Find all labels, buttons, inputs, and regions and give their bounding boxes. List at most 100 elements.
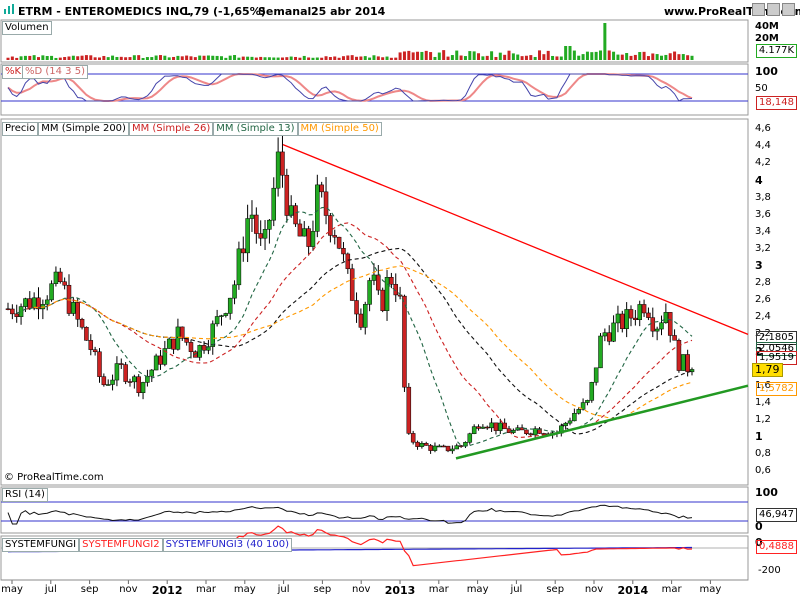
- volume-bar: [145, 57, 149, 60]
- stochastic-d-label[interactable]: %D (14 3 5): [22, 65, 88, 79]
- price-tick: 0,8: [755, 448, 771, 460]
- candle-body: [219, 315, 224, 317]
- candle-body: [149, 369, 155, 377]
- volume-bar: [398, 52, 402, 60]
- candle-body: [310, 231, 316, 247]
- volume-bar: [111, 55, 115, 60]
- candle-body: [171, 338, 176, 350]
- volume-bar: [224, 57, 228, 60]
- systemfungi-last-value: 0,4888: [756, 540, 797, 554]
- volume-bar: [237, 57, 241, 60]
- candle-body: [620, 313, 625, 329]
- volume-bar: [450, 55, 454, 60]
- volume-bar: [198, 55, 202, 60]
- candle-body: [271, 187, 277, 221]
- volume-bar: [485, 55, 489, 60]
- candle-body: [376, 274, 381, 291]
- volume-bar: [477, 53, 481, 60]
- volume-bar: [533, 56, 537, 60]
- legend-precio[interactable]: Precio: [2, 122, 39, 136]
- volume-bar: [581, 54, 585, 60]
- chart-header: ETRM - ENTEROMEDICS INC. 1,79 (-1,65%) S…: [0, 0, 800, 20]
- candle-body: [415, 441, 420, 447]
- legend-systemfungi2[interactable]: SYSTEMFUNGI2: [79, 538, 163, 552]
- volume-bar: [163, 55, 167, 60]
- volume-bar: [455, 50, 459, 60]
- volume-bar: [333, 56, 337, 60]
- volume-bar: [80, 55, 84, 60]
- volume-bar: [686, 55, 690, 60]
- volume-bar: [564, 46, 568, 60]
- close-icon[interactable]: [782, 3, 795, 16]
- price-tick: 4,6: [755, 123, 771, 135]
- stochastic-last-value: 18,148: [756, 96, 797, 110]
- price-tick: 3,8: [755, 191, 771, 203]
- volume-bar: [585, 51, 589, 60]
- volume-bar: [280, 57, 284, 60]
- volume-label[interactable]: Volumen: [2, 21, 52, 35]
- candle-body: [349, 268, 355, 301]
- candle-body: [345, 253, 351, 270]
- volume-bar: [206, 55, 210, 60]
- candle-body: [467, 433, 473, 443]
- legend-mm200[interactable]: MM (Simple 200): [38, 122, 129, 136]
- candle-body: [319, 184, 324, 193]
- candle-body: [406, 386, 412, 434]
- volume-bar: [32, 55, 36, 60]
- candle-body: [493, 422, 499, 431]
- volume-bar: [89, 55, 93, 60]
- candle-body: [280, 151, 285, 176]
- stochastic-k-label[interactable]: %K: [2, 65, 25, 79]
- legend-mm26[interactable]: MM (Simple 26): [128, 122, 214, 136]
- candle-body: [328, 215, 333, 236]
- legend-mm13[interactable]: MM (Simple 13): [213, 122, 298, 136]
- candle-body: [27, 298, 33, 309]
- candle-body: [166, 338, 172, 349]
- legend-systemfungi[interactable]: SYSTEMFUNGI: [2, 538, 80, 552]
- legend-systemfungi3[interactable]: SYSTEMFUNGI3 (40 100): [162, 538, 293, 552]
- volume-bar: [298, 57, 302, 60]
- candle-body: [258, 233, 263, 239]
- volume-bar: [355, 56, 359, 60]
- candle-body: [611, 322, 616, 342]
- rsi-label[interactable]: RSI (14): [2, 488, 48, 502]
- volume-bar: [620, 54, 624, 60]
- candle-body: [297, 223, 303, 237]
- volume-bar: [468, 51, 472, 60]
- candle-body: [10, 308, 15, 315]
- volume-bar: [19, 56, 23, 60]
- candle-body: [84, 326, 89, 341]
- volume-bar: [677, 54, 681, 60]
- candle-body: [606, 332, 612, 342]
- volume-bar: [276, 57, 280, 60]
- candle-body: [528, 433, 534, 436]
- price-tick: 4: [755, 173, 763, 187]
- period-label: Semanal: [258, 5, 312, 18]
- candle-body: [175, 326, 181, 350]
- volume-bar: [63, 57, 67, 60]
- candle-body: [275, 151, 281, 189]
- volume-bar: [394, 57, 398, 60]
- x-axis-label: nov: [352, 584, 371, 595]
- legend-mm50[interactable]: MM (Simple 50): [297, 122, 382, 136]
- systemfungi-legend: SYSTEMFUNGI SYSTEMFUNGI2 SYSTEMFUNGI3 (40 …: [2, 537, 293, 552]
- volume-bar: [158, 55, 162, 60]
- volume-bar: [36, 57, 40, 60]
- maximize-icon[interactable]: [767, 3, 780, 16]
- minimize-icon[interactable]: [752, 3, 765, 16]
- candle-body: [101, 376, 107, 386]
- volume-bar: [241, 56, 245, 60]
- mm50-value-tag: 1,5782: [756, 382, 797, 396]
- volume-bar: [599, 50, 603, 60]
- candle-body: [572, 413, 577, 422]
- candle-body: [284, 174, 290, 216]
- x-axis-label: mar: [428, 584, 449, 595]
- volume-bar: [520, 56, 524, 60]
- candle-body: [79, 318, 85, 328]
- volume-bar: [655, 54, 659, 60]
- volume-bar: [84, 55, 88, 60]
- candle-body: [667, 312, 673, 336]
- candle-body: [593, 367, 599, 383]
- volume-bar: [603, 23, 607, 60]
- price-tick: 3,6: [755, 208, 771, 220]
